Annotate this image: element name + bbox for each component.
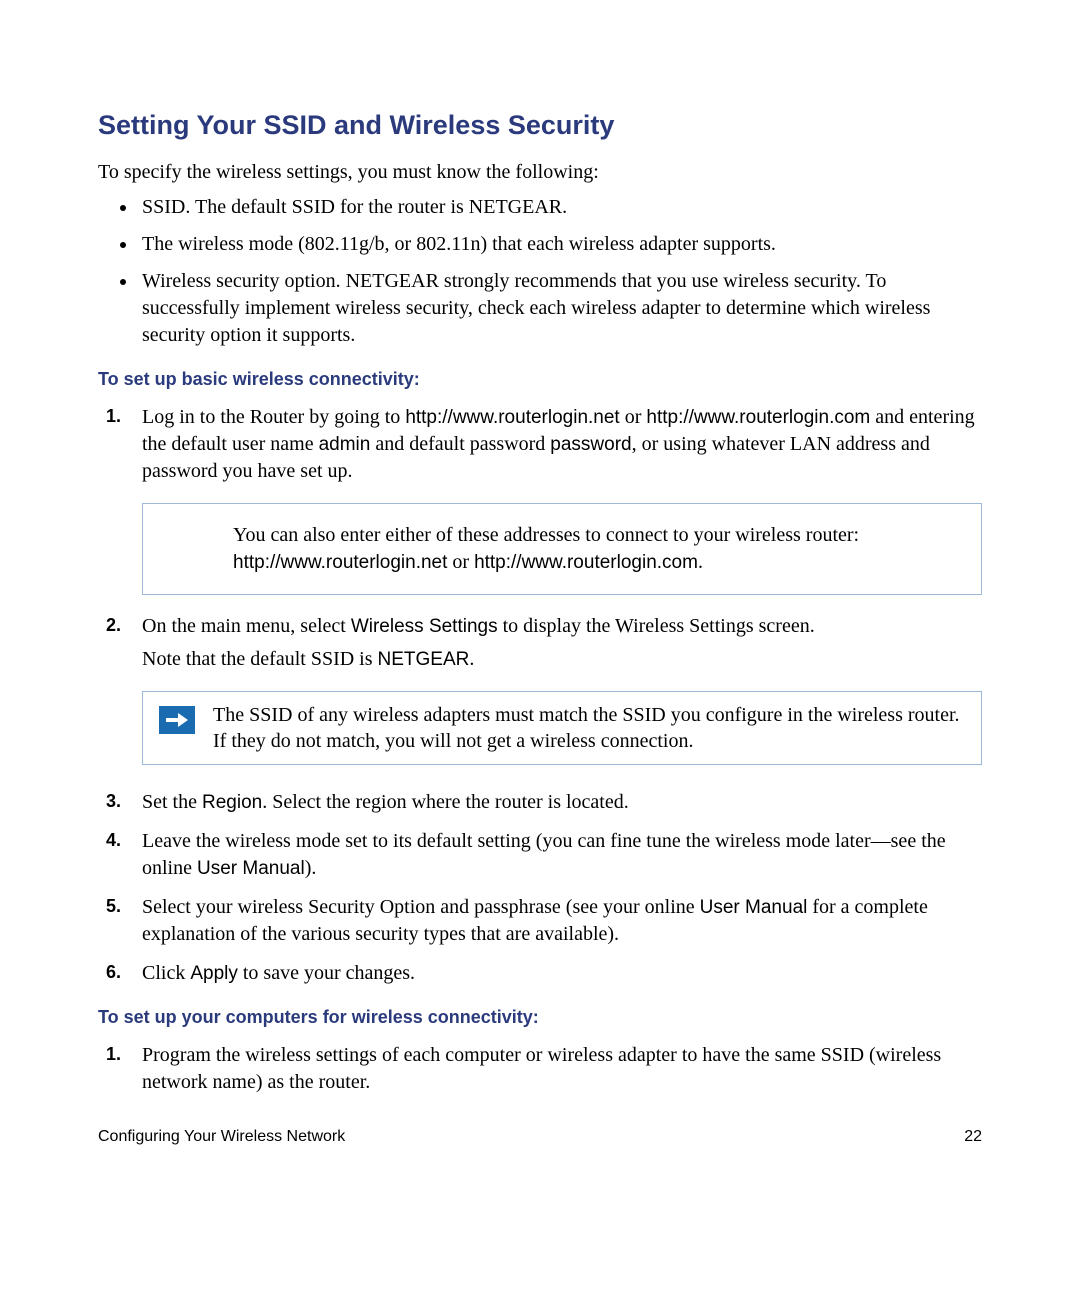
step-subtext: Note that the default SSID is NETGEAR. bbox=[142, 646, 982, 673]
url-text: http://www.routerlogin.com bbox=[646, 407, 870, 428]
doc-ref: User Manual bbox=[700, 897, 808, 918]
document-page: Setting Your SSID and Wireless Security … bbox=[0, 0, 1080, 1296]
doc-ref: User Manual bbox=[197, 858, 305, 879]
page-number: 22 bbox=[964, 1128, 982, 1146]
subheading-basic-setup: To set up basic wireless connectivity: bbox=[98, 369, 982, 390]
code-text: admin bbox=[319, 434, 371, 455]
intro-text: To specify the wireless settings, you mu… bbox=[98, 161, 982, 184]
ui-label: Wireless Settings bbox=[351, 616, 498, 637]
subheading-computer-setup: To set up your computers for wireless co… bbox=[98, 1007, 982, 1028]
step-text: and default password bbox=[370, 433, 550, 455]
info-box: You can also enter either of these addre… bbox=[142, 503, 982, 595]
footer-section-title: Configuring Your Wireless Network bbox=[98, 1128, 345, 1146]
step-item: Set the Region. Select the region where … bbox=[138, 789, 982, 816]
url-text: http://www.routerlogin.net bbox=[405, 407, 619, 428]
step-text: Note that the default SSID is bbox=[142, 648, 378, 670]
note-text: The SSID of any wireless adapters must m… bbox=[213, 702, 965, 754]
url-text: http://www.routerlogin.net bbox=[233, 552, 447, 573]
step-text: On the main menu, select bbox=[142, 615, 351, 637]
list-item: Wireless security option. NETGEAR strong… bbox=[138, 268, 982, 349]
step-text: Log in to the Router by going to bbox=[142, 406, 405, 428]
step-item: Log in to the Router by going to http://… bbox=[138, 404, 982, 595]
requirements-list: SSID. The default SSID for the router is… bbox=[98, 194, 982, 349]
step-item: Select your wireless Security Option and… bbox=[138, 894, 982, 948]
list-item: The wireless mode (802.11g/b, or 802.11n… bbox=[138, 231, 982, 258]
steps-basic-setup: Log in to the Router by going to http://… bbox=[98, 404, 982, 987]
step-text: Select your wireless Security Option and… bbox=[142, 896, 700, 918]
info-text: . bbox=[698, 551, 703, 573]
step-text: to display the Wireless Settings screen. bbox=[498, 615, 815, 637]
info-text: You can also enter either of these addre… bbox=[233, 524, 859, 546]
ui-label: Apply bbox=[190, 963, 238, 984]
step-text: to save your changes. bbox=[238, 962, 415, 984]
step-text: . Select the region where the router is … bbox=[262, 791, 629, 813]
step-item: Program the wireless settings of each co… bbox=[138, 1042, 982, 1096]
step-item: Leave the wireless mode set to its defau… bbox=[138, 828, 982, 882]
step-item: Click Apply to save your changes. bbox=[138, 960, 982, 987]
step-item: On the main menu, select Wireless Settin… bbox=[138, 613, 982, 765]
steps-computer-setup: Program the wireless settings of each co… bbox=[98, 1042, 982, 1096]
step-text: . bbox=[469, 648, 474, 670]
code-text: password bbox=[550, 434, 631, 455]
url-text: http://www.routerlogin.com bbox=[474, 552, 698, 573]
page-footer: Configuring Your Wireless Network 22 bbox=[98, 1128, 982, 1146]
section-title: Setting Your SSID and Wireless Security bbox=[98, 110, 982, 141]
step-text: Click bbox=[142, 962, 190, 984]
list-item: SSID. The default SSID for the router is… bbox=[138, 194, 982, 221]
step-text: ). bbox=[305, 857, 317, 879]
step-text: or bbox=[620, 406, 647, 428]
ui-label: Region bbox=[202, 792, 262, 813]
code-text: NETGEAR bbox=[378, 649, 470, 670]
info-text: or bbox=[447, 551, 474, 573]
arrow-right-icon bbox=[159, 706, 195, 734]
step-text: Set the bbox=[142, 791, 202, 813]
note-box: The SSID of any wireless adapters must m… bbox=[142, 691, 982, 765]
